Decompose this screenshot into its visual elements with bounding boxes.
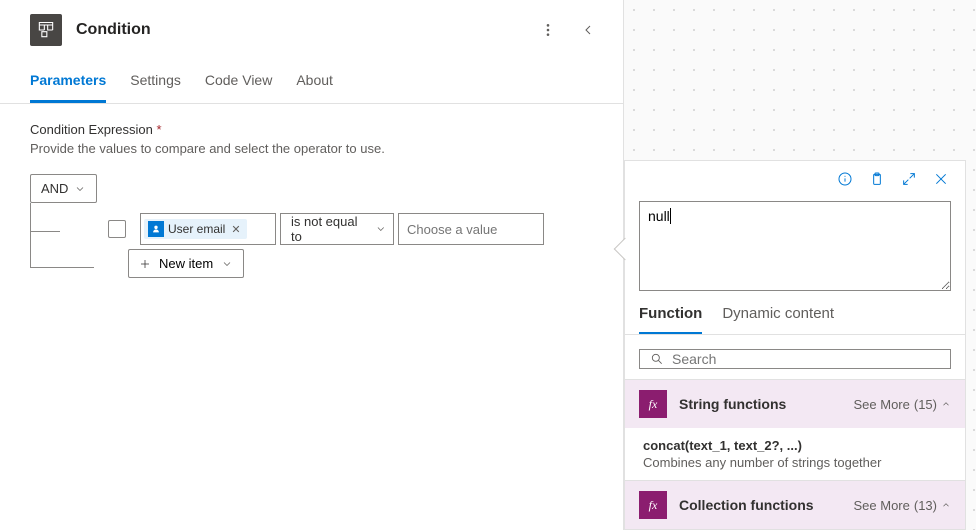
- flyout-tabs: Function Dynamic content: [625, 291, 965, 334]
- panel-body: Condition Expression * Provide the value…: [0, 104, 623, 296]
- tab-parameters[interactable]: Parameters: [30, 60, 106, 103]
- chevron-down-icon: [375, 223, 387, 235]
- tabs: Parameters Settings Code View About: [0, 60, 623, 104]
- see-more-label: See More: [854, 397, 910, 412]
- logic-operator-label: AND: [41, 181, 68, 196]
- tab-function[interactable]: Function: [639, 305, 702, 335]
- expand-icon[interactable]: [899, 169, 919, 189]
- function-search[interactable]: [639, 349, 951, 369]
- token-remove-icon[interactable]: ✕: [229, 223, 242, 236]
- section-desc: Provide the values to compare and select…: [30, 141, 593, 156]
- chevron-up-icon: [941, 399, 951, 409]
- see-more-button[interactable]: See More (15): [854, 397, 952, 412]
- new-item-label: New item: [159, 256, 213, 271]
- function-description: Combines any number of strings together: [643, 455, 947, 470]
- user-icon: [148, 221, 164, 237]
- category-title: Collection functions: [679, 497, 814, 513]
- row-checkbox[interactable]: [108, 220, 126, 238]
- chevron-down-icon: [74, 183, 86, 195]
- operator-label: is not equal to: [291, 214, 369, 244]
- tab-settings[interactable]: Settings: [130, 60, 181, 103]
- function-search-input[interactable]: [672, 351, 940, 367]
- plus-icon: [139, 258, 151, 270]
- canvas-background: null Function Dynamic content fx String …: [624, 0, 976, 530]
- right-operand-input[interactable]: [398, 213, 544, 245]
- left-operand-input[interactable]: User email ✕: [140, 213, 276, 245]
- category-title: String functions: [679, 396, 786, 412]
- expression-text: null: [648, 208, 670, 224]
- more-icon[interactable]: [533, 15, 563, 45]
- operator-select[interactable]: is not equal to: [280, 213, 394, 245]
- tree-line: [30, 203, 31, 231]
- tree-line: [30, 231, 31, 267]
- clipboard-icon[interactable]: [867, 169, 887, 189]
- chevron-down-icon: [221, 258, 233, 270]
- header: Condition: [0, 0, 623, 60]
- condition-editor-pane: Condition Parameters Settings Code View …: [0, 0, 624, 530]
- flyout-header: [625, 161, 965, 197]
- section-label-text: Condition Expression: [30, 122, 153, 137]
- category-string-functions[interactable]: fx String functions See More (15): [625, 379, 965, 428]
- header-actions: [533, 15, 603, 45]
- expression-area: AND User email ✕: [30, 174, 593, 278]
- expression-flyout: null Function Dynamic content fx String …: [624, 160, 966, 530]
- tab-dynamic-content[interactable]: Dynamic content: [722, 305, 834, 335]
- fx-icon: fx: [639, 390, 667, 418]
- see-more-count: (15): [914, 397, 937, 412]
- required-indicator: *: [156, 122, 161, 137]
- see-more-count: (13): [914, 498, 937, 513]
- see-more-button[interactable]: See More (13): [854, 498, 952, 513]
- collapse-icon[interactable]: [573, 15, 603, 45]
- condition-row: User email ✕ is not equal to: [60, 213, 593, 245]
- chevron-up-icon: [941, 500, 951, 510]
- see-more-label: See More: [854, 498, 910, 513]
- text-cursor: [670, 208, 671, 224]
- logic-operator-select[interactable]: AND: [30, 174, 97, 203]
- function-item-concat[interactable]: concat(text_1, text_2?, ...) Combines an…: [625, 428, 965, 480]
- divider: [625, 334, 965, 335]
- search-icon: [650, 352, 664, 366]
- dynamic-content-token[interactable]: User email ✕: [144, 219, 247, 239]
- close-icon[interactable]: [931, 169, 951, 189]
- section-label: Condition Expression *: [30, 122, 593, 137]
- expression-textarea[interactable]: null: [639, 201, 951, 291]
- tab-about[interactable]: About: [296, 60, 333, 103]
- fx-icon: fx: [639, 491, 667, 519]
- category-collection-functions[interactable]: fx Collection functions See More (13): [625, 480, 965, 529]
- tree-line: [30, 231, 60, 232]
- header-title: Condition: [76, 21, 151, 39]
- tab-code-view[interactable]: Code View: [205, 60, 272, 103]
- info-icon[interactable]: [835, 169, 855, 189]
- function-signature: concat(text_1, text_2?, ...): [643, 438, 947, 453]
- condition-icon: [30, 14, 62, 46]
- tree-line: [30, 267, 94, 268]
- token-label: User email: [168, 222, 225, 236]
- new-item-button[interactable]: New item: [128, 249, 244, 278]
